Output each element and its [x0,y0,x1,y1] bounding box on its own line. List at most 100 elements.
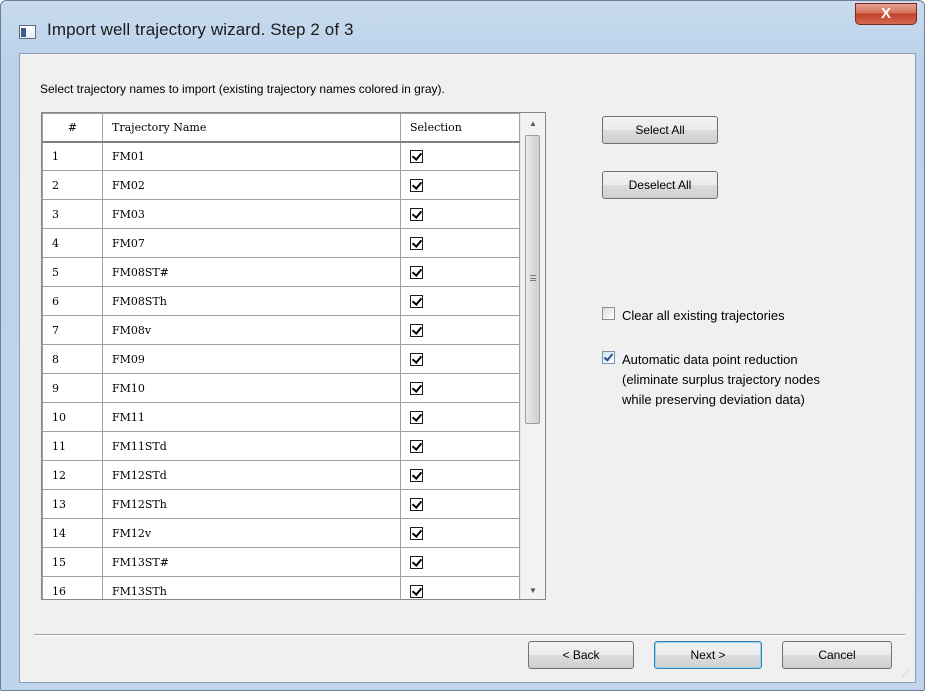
trajectory-name: FM12v [102,518,401,548]
table-row[interactable]: 16 FM13STh [42,576,520,599]
row-number: 2 [42,170,103,200]
selection-checkbox[interactable] [410,323,423,337]
selection-cell[interactable] [400,199,520,229]
table-row[interactable]: 3 FM03 [42,199,520,229]
table-row[interactable]: 8 FM09 [42,344,520,374]
trajectory-name: FM08ST# [102,257,401,287]
trajectory-name: FM01 [102,141,401,171]
back-button[interactable]: < Back [528,641,634,669]
wizard-window: Import well trajectory wizard. Step 2 of… [0,0,925,691]
selection-cell[interactable] [400,576,520,599]
selection-checkbox[interactable] [410,526,423,540]
table-row[interactable]: 4 FM07 [42,228,520,258]
next-button[interactable]: Next > [654,641,762,669]
selection-cell[interactable] [400,170,520,200]
cancel-button[interactable]: Cancel [782,641,892,669]
selection-cell[interactable] [400,344,520,374]
scrollbar-thumb[interactable] [525,135,540,424]
row-number: 3 [42,199,103,229]
table-row[interactable]: 13 FM12STh [42,489,520,519]
scroll-down-icon[interactable]: ▼ [521,582,545,599]
selection-checkbox[interactable] [410,178,423,192]
trajectory-name: FM08v [102,315,401,345]
clear-existing-label: Clear all existing trajectories [622,308,785,323]
selection-cell[interactable] [400,547,520,577]
selection-checkbox[interactable] [410,410,423,424]
trajectory-grid[interactable]: # Trajectory Name Selection 1 FM01 2 FM02 3 F… [41,112,546,600]
selection-checkbox[interactable] [410,439,423,453]
row-number: 16 [42,576,103,599]
row-number: 8 [42,344,103,374]
window-icon [19,25,36,39]
selection-cell[interactable] [400,518,520,548]
row-number: 10 [42,402,103,432]
row-number: 9 [42,373,103,403]
selection-cell[interactable] [400,402,520,432]
selection-checkbox[interactable] [410,584,423,598]
row-number: 6 [42,286,103,316]
row-number: 14 [42,518,103,548]
selection-cell[interactable] [400,228,520,258]
resize-grip-icon[interactable]: ⋰ [902,669,912,679]
auto-reduction-checkbox[interactable] [602,351,615,364]
trajectory-name: FM11 [102,402,401,432]
selection-cell[interactable] [400,286,520,316]
trajectory-name: FM10 [102,373,401,403]
column-header-number[interactable]: # [42,113,103,143]
row-number: 15 [42,547,103,577]
selection-checkbox[interactable] [410,555,423,569]
selection-cell[interactable] [400,141,520,171]
selection-checkbox[interactable] [410,352,423,366]
trajectory-name: FM12STd [102,460,401,490]
row-number: 1 [42,141,103,171]
table-row[interactable]: 14 FM12v [42,518,520,548]
table-row[interactable]: 10 FM11 [42,402,520,432]
footer-separator [34,634,905,636]
trajectory-name: FM08STh [102,286,401,316]
column-header-name[interactable]: Trajectory Name [102,113,401,143]
column-header-selection[interactable]: Selection [400,113,520,143]
table-row[interactable]: 12 FM12STd [42,460,520,490]
selection-checkbox[interactable] [410,236,423,250]
trajectory-name: FM13STh [102,576,401,599]
selection-cell[interactable] [400,431,520,461]
selection-cell[interactable] [400,373,520,403]
select-all-button[interactable]: Select All [602,116,718,144]
selection-checkbox[interactable] [410,381,423,395]
close-button[interactable]: X [855,3,917,25]
clear-existing-checkbox[interactable] [602,307,615,320]
table-row[interactable]: 6 FM08STh [42,286,520,316]
grid-vertical-scrollbar[interactable]: ▲ ▼ [520,113,545,599]
table-row[interactable]: 5 FM08ST# [42,257,520,287]
deselect-all-button[interactable]: Deselect All [602,171,718,199]
selection-checkbox[interactable] [410,150,423,163]
table-row[interactable]: 15 FM13ST# [42,547,520,577]
title-bar[interactable]: Import well trajectory wizard. Step 2 of… [1,1,924,53]
table-row[interactable]: 11 FM11STd [42,431,520,461]
trajectory-name: FM03 [102,199,401,229]
selection-cell[interactable] [400,489,520,519]
auto-reduction-label-line3: while preserving deviation data) [622,392,805,407]
trajectory-name: FM11STd [102,431,401,461]
row-number: 5 [42,257,103,287]
auto-reduction-label-line1: Automatic data point reduction [622,352,798,367]
table-row[interactable]: 7 FM08v [42,315,520,345]
selection-checkbox[interactable] [410,497,423,511]
selection-checkbox[interactable] [410,294,423,308]
selection-cell[interactable] [400,315,520,345]
trajectory-table: # Trajectory Name Selection 1 FM01 2 FM02 3 F… [42,113,520,599]
selection-cell[interactable] [400,460,520,490]
selection-checkbox[interactable] [410,265,423,279]
scroll-up-icon[interactable]: ▲ [521,115,545,132]
selection-checkbox[interactable] [410,468,423,482]
table-row[interactable]: 1 FM01 [42,141,520,171]
grid-header-row: # Trajectory Name Selection [42,113,520,143]
row-number: 12 [42,460,103,490]
selection-checkbox[interactable] [410,207,423,221]
window-title: Import well trajectory wizard. Step 2 of… [47,20,354,39]
selection-cell[interactable] [400,257,520,287]
table-row[interactable]: 9 FM10 [42,373,520,403]
trajectory-name: FM12STh [102,489,401,519]
grip-icon [530,275,536,281]
table-row[interactable]: 2 FM02 [42,170,520,200]
